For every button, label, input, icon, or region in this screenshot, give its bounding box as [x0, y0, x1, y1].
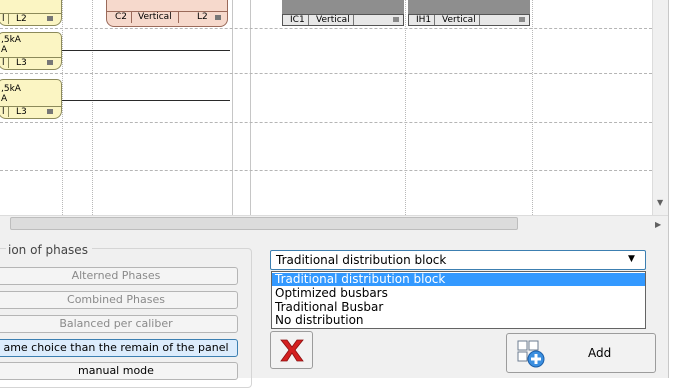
switch-id: IC1: [287, 15, 309, 25]
switch-ih1[interactable]: IH1 Vertical: [408, 14, 530, 26]
horizontal-scroll-thumb[interactable]: [10, 217, 518, 230]
alterned-phases-button[interactable]: Alterned Phases: [0, 267, 238, 285]
breaker-phase: L2: [16, 14, 27, 24]
column-divider: [62, 0, 63, 215]
breaker-2[interactable]: ,5kA A l L3: [0, 32, 62, 70]
switch-orientation: Vertical: [439, 15, 480, 25]
switch-ih1-header: [408, 0, 530, 14]
row-divider: [0, 28, 652, 29]
breaker-rating: ,5kA: [1, 84, 21, 94]
column-divider: [405, 0, 406, 215]
same-choice-button[interactable]: ame choice than the remain of the panel: [0, 339, 238, 357]
breaker-sub: A: [1, 45, 8, 55]
column-divider: [92, 0, 93, 215]
switch-id: C2: [115, 12, 128, 22]
delete-x-icon: [280, 339, 304, 362]
breaker-3[interactable]: ,5kA A l L3: [0, 79, 62, 119]
scroll-down-icon[interactable]: ▼: [657, 198, 663, 207]
breaker-mode: l: [0, 107, 9, 117]
scroll-right-icon[interactable]: ▶: [655, 220, 661, 229]
delete-button[interactable]: [270, 331, 313, 369]
wire: [62, 50, 230, 51]
window-edge: [668, 0, 674, 378]
vertical-scrollbar[interactable]: ▼: [652, 0, 668, 215]
switch-c2[interactable]: C2 Vertical L2: [106, 0, 228, 27]
column-divider: [250, 0, 251, 215]
distribution-option[interactable]: Traditional distribution block: [272, 273, 645, 286]
breaker-phase: L3: [16, 58, 27, 68]
manual-mode-button[interactable]: manual mode: [0, 362, 238, 380]
switch-indicator-icon: [519, 17, 525, 22]
breaker-sub: A: [1, 94, 8, 104]
phases-group-label: ion of phases: [6, 243, 92, 257]
switch-indicator-icon: [215, 15, 221, 20]
switch-phase: L2: [197, 12, 208, 22]
distribution-option[interactable]: Optimized busbars: [272, 287, 645, 300]
breaker-rating: ,5kA: [1, 35, 21, 45]
row-divider: [0, 170, 652, 171]
switch-indicator-icon: [393, 17, 399, 22]
breaker-indicator-icon: [47, 109, 53, 114]
add-block-icon: [517, 340, 545, 368]
add-button-label: Add: [588, 346, 612, 360]
breaker-indicator-icon: [47, 60, 53, 65]
breaker-indicator-icon: [47, 16, 53, 21]
row-divider: [0, 122, 652, 123]
switch-ic1[interactable]: IC1 Vertical: [282, 14, 404, 26]
column-divider: [232, 0, 233, 215]
row-divider: [0, 73, 652, 74]
panel-diagram[interactable]: l L2 ,5kA A l L3 ,5kA A l L3 C2 Vertical…: [0, 0, 668, 215]
switch-orientation: Vertical: [131, 12, 179, 23]
combined-phases-button[interactable]: Combined Phases: [0, 291, 238, 309]
breaker-mode: l: [0, 14, 9, 24]
switch-ic1-header: [282, 0, 404, 14]
distribution-select-value: Traditional distribution block: [276, 253, 447, 267]
switch-orientation: Vertical: [313, 15, 354, 25]
add-button[interactable]: [506, 333, 656, 373]
distribution-options-list: Traditional distribution block Optimized…: [271, 271, 646, 329]
column-divider: [532, 0, 533, 215]
wire: [62, 100, 230, 101]
breaker-1[interactable]: l L2: [0, 0, 62, 26]
switch-id: IH1: [413, 15, 436, 25]
balanced-per-caliber-button[interactable]: Balanced per caliber: [0, 315, 238, 333]
breaker-mode: l: [0, 58, 9, 68]
distribution-option[interactable]: No distribution: [272, 314, 645, 327]
breaker-phase: L3: [16, 107, 27, 117]
chevron-down-icon[interactable]: ▼: [628, 254, 635, 264]
